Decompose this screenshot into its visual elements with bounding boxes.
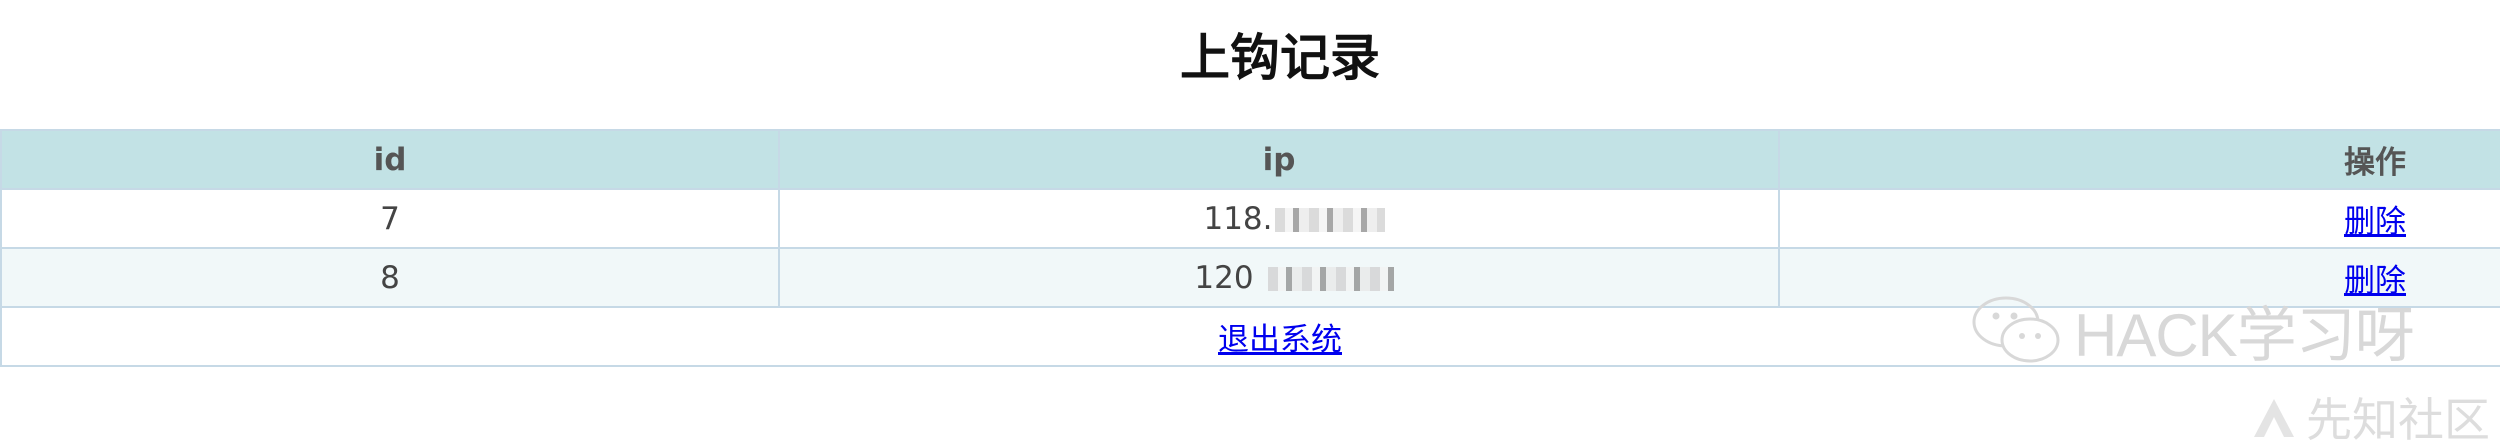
- cell-id: 8: [0, 247, 780, 308]
- delete-link[interactable]: 删除: [2344, 196, 2406, 241]
- column-header-id: id: [0, 129, 780, 190]
- column-header-action: 操作: [1778, 129, 2500, 190]
- ip-text: 118.: [1203, 200, 1273, 237]
- ip-text: 120: [1194, 259, 1254, 296]
- wechat-watermark-text: HACK学习呀: [2074, 301, 2415, 369]
- table-header-row: id ip 操作: [0, 129, 2500, 190]
- redacted-mask: [1267, 267, 1394, 291]
- redacted-mask: [1274, 208, 1385, 232]
- table-row: 7 118. 删除: [0, 188, 2500, 249]
- wechat-watermark: HACK学习呀: [1968, 290, 2415, 370]
- cell-action: 删除: [1778, 188, 2500, 249]
- xianzhi-logo-icon: [2254, 399, 2294, 437]
- cell-id: 7: [0, 188, 780, 249]
- xianzhi-watermark: 先知社区: [2250, 384, 2490, 442]
- cell-ip: 120: [778, 247, 1780, 308]
- xianzhi-watermark-text: 先知社区: [2306, 393, 2490, 442]
- column-header-action-label: 操作: [2344, 145, 2406, 181]
- cell-ip: 118.: [778, 188, 1780, 249]
- logout-link[interactable]: 退出系统: [1218, 322, 1342, 358]
- column-header-ip: ip: [778, 129, 1780, 190]
- wechat-icon: [1972, 296, 2060, 363]
- page-title: 上钩记录: [1180, 29, 1380, 87]
